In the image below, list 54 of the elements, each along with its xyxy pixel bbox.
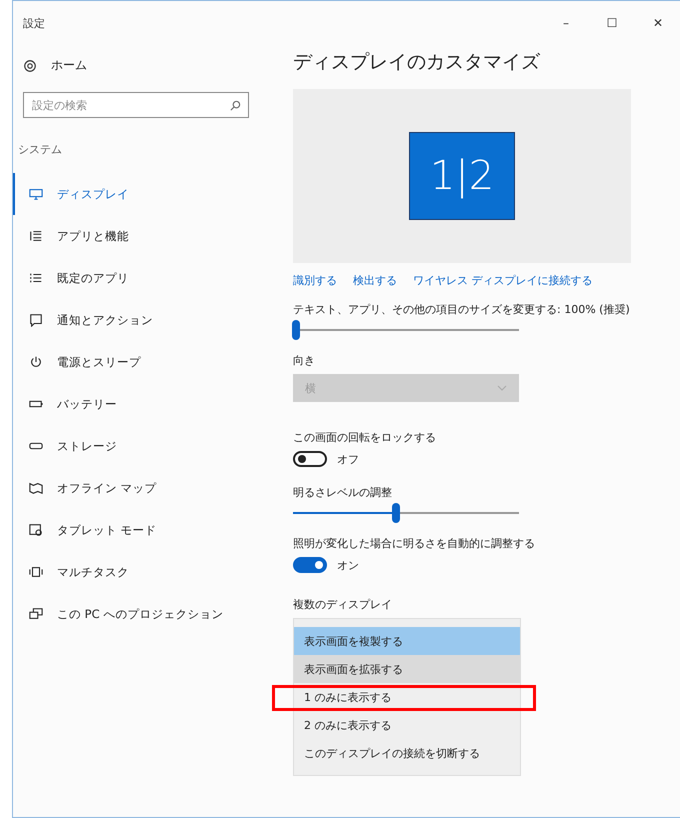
- search-field[interactable]: 設定の検索: [23, 92, 249, 118]
- setting-label: テキスト、アプリ、その他の項目のサイズを変更する: 100% (推奨): [293, 302, 631, 317]
- dropdown-option[interactable]: 1 のみに表示する: [294, 683, 520, 711]
- power-icon: [29, 355, 43, 369]
- setting-label: 向き: [293, 353, 316, 368]
- link[interactable]: 検出する: [353, 273, 397, 288]
- windows-icon: [29, 565, 43, 579]
- slider-track[interactable]: [293, 506, 519, 520]
- slider-thumb[interactable]: [292, 320, 300, 340]
- list-icon: [29, 271, 43, 285]
- slider-track[interactable]: [293, 323, 519, 337]
- dropdown-option[interactable]: 表示画面を複製する: [294, 627, 520, 655]
- setting-label: 照明が変化した場合に明るさを自動的に調整する: [293, 536, 536, 551]
- nav-item[interactable]: 既定のアプリ: [13, 257, 283, 299]
- link[interactable]: ワイヤレス ディスプレイに接続する: [413, 273, 592, 288]
- link[interactable]: 識別する: [293, 273, 337, 288]
- slider-thumb[interactable]: [392, 503, 400, 523]
- setting-label: 複数のディスプレイ: [293, 597, 393, 612]
- minimize-button[interactable]: –: [543, 8, 589, 38]
- nav-item[interactable]: オフライン マップ: [13, 467, 283, 509]
- nav-item[interactable]: アプリと機能: [13, 215, 283, 257]
- nav-item[interactable]: 通知とアクション: [13, 299, 283, 341]
- section-heading: システム: [17, 142, 63, 158]
- nav-item[interactable]: 電源とスリープ: [13, 341, 283, 383]
- nav-item[interactable]: タブレット モード: [13, 509, 283, 551]
- search-icon: [230, 100, 241, 110]
- page-title: ディスプレイのカスタマイズ: [293, 50, 541, 75]
- message-icon: [29, 313, 43, 327]
- chevron-icon: [497, 385, 507, 391]
- nav-item[interactable]: ディスプレイ: [13, 173, 283, 215]
- list-icon: [29, 229, 43, 243]
- nav-item[interactable]: ストレージ: [13, 425, 283, 467]
- monitor-tile[interactable]: 1|2: [409, 132, 515, 220]
- nav-item[interactable]: バッテリー: [13, 383, 283, 425]
- toggle-state-text: オン: [337, 558, 359, 572]
- dropdown-option[interactable]: このディスプレイの接続を切断する: [294, 739, 520, 767]
- toggle-state-text: オフ: [337, 452, 359, 466]
- gear-icon[interactable]: [23, 58, 37, 72]
- tablet-icon: [29, 523, 43, 537]
- dropdown-option[interactable]: 2 のみに表示する: [294, 711, 520, 739]
- toggle-switch[interactable]: [293, 451, 327, 467]
- map-icon: [29, 481, 43, 495]
- nav-item[interactable]: この PC へのプロジェクション: [13, 593, 283, 635]
- projection-icon: [29, 607, 43, 621]
- dropdown-option[interactable]: 表示画面を拡張する: [294, 655, 520, 683]
- nav-item[interactable]: マルチタスク: [13, 551, 283, 593]
- setting-label: この画面の回転をロックする: [293, 430, 437, 445]
- monitor-icon: [29, 187, 43, 201]
- home-link[interactable]: ホーム: [51, 57, 87, 74]
- toggle-switch[interactable]: [293, 557, 327, 573]
- maximize-button[interactable]: ☐: [589, 8, 635, 38]
- window-title: 設定: [23, 16, 46, 30]
- setting-label: 明るさレベルの調整: [293, 485, 393, 500]
- close-button[interactable]: ✕: [635, 8, 680, 38]
